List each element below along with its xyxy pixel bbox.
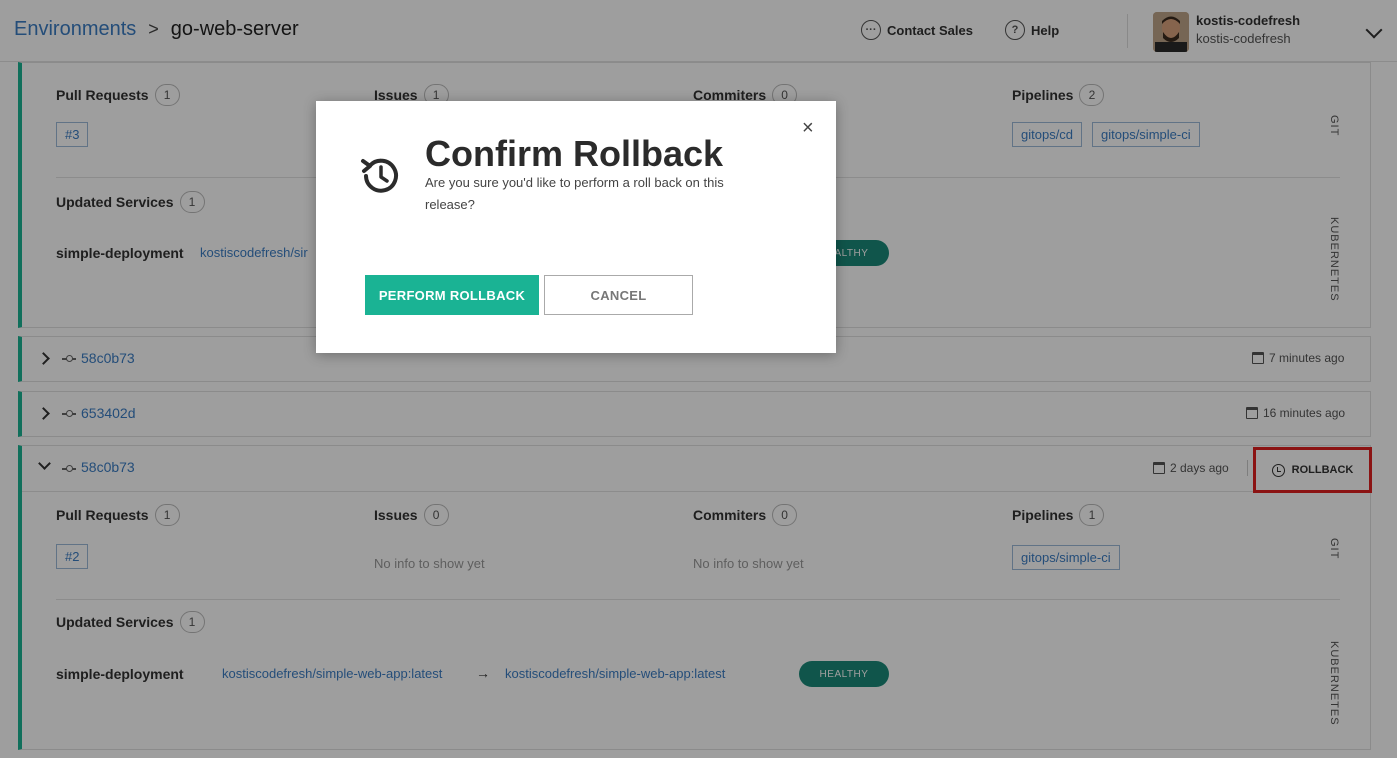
confirm-rollback-dialog: × Confirm Rollback Are you sure you'd li… bbox=[316, 101, 836, 353]
close-icon[interactable]: × bbox=[802, 117, 814, 140]
dialog-title: Confirm Rollback bbox=[425, 133, 724, 174]
dialog-message: Are you sure you'd like to perform a rol… bbox=[425, 175, 724, 212]
history-icon bbox=[361, 158, 398, 193]
perform-rollback-button[interactable]: PERFORM ROLLBACK bbox=[365, 275, 539, 315]
cancel-button[interactable]: CANCEL bbox=[544, 275, 693, 315]
